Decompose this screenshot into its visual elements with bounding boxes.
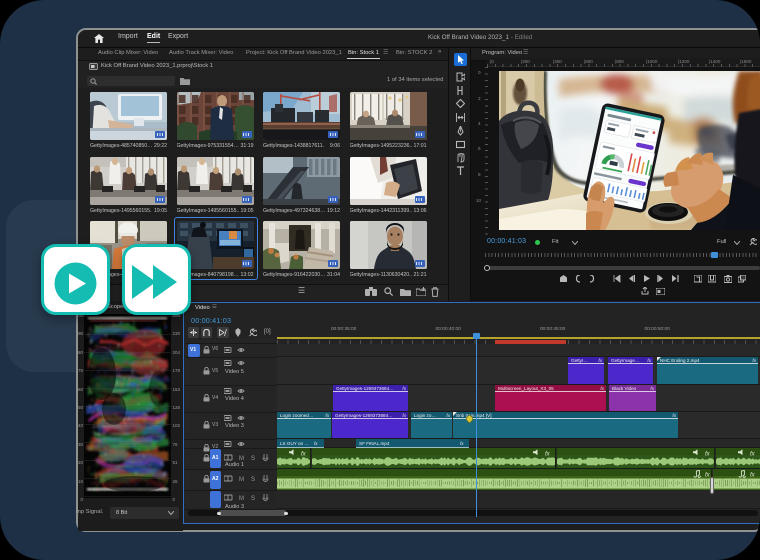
svg-text:fx: fx bbox=[301, 452, 307, 458]
svg-text:S: S bbox=[251, 456, 255, 461]
svg-text:fx: fx bbox=[705, 452, 711, 458]
svg-text:S: S bbox=[251, 496, 255, 501]
svg-text:fx: fx bbox=[545, 452, 551, 458]
svg-text:M: M bbox=[239, 477, 244, 482]
svg-text:fx: fx bbox=[750, 452, 756, 458]
svg-text:M: M bbox=[239, 496, 244, 501]
svg-text:M: M bbox=[239, 456, 244, 461]
svg-text:S: S bbox=[251, 477, 255, 482]
svg-text:fx: fx bbox=[750, 473, 756, 479]
